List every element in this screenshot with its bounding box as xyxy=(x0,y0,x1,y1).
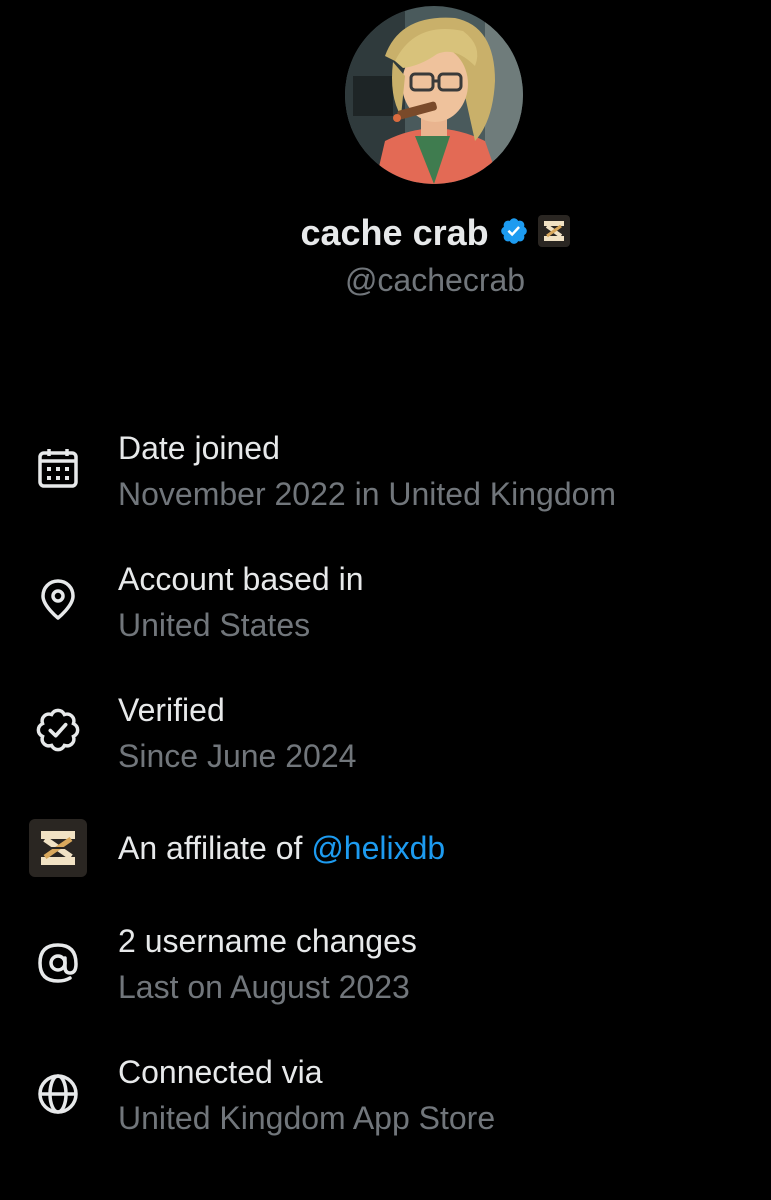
calendar-icon xyxy=(30,440,86,496)
info-value-connected-via: United Kingdom App Store xyxy=(118,1100,496,1136)
helixdb-affiliate-badge-icon[interactable] xyxy=(537,215,570,247)
helixdb-logo-icon[interactable] xyxy=(29,819,87,877)
profile-name-row: cache crab xyxy=(0,212,771,254)
info-title-verified: Verified xyxy=(118,692,225,728)
info-value-date-joined: November 2022 in United Kingdom xyxy=(118,476,617,512)
info-title-date-joined: Date joined xyxy=(118,430,280,466)
avatar[interactable] xyxy=(345,6,523,184)
globe-icon xyxy=(30,1066,86,1122)
affiliate-prefix: An affiliate of xyxy=(118,830,312,866)
display-name[interactable]: cache crab xyxy=(300,212,488,253)
at-sign-icon xyxy=(30,935,86,991)
info-title-affiliate: An affiliate of @helixdb xyxy=(118,830,445,867)
info-value-account-based: United States xyxy=(118,607,311,643)
info-value-verified: Since June 2024 xyxy=(118,738,357,774)
affiliate-link-helixdb[interactable]: @helixdb xyxy=(311,830,445,866)
location-pin-icon xyxy=(30,571,86,627)
info-title-account-based: Account based in xyxy=(118,561,364,597)
info-title-connected-via: Connected via xyxy=(118,1054,323,1090)
profile-handle[interactable]: @cachecrab xyxy=(0,262,771,299)
avatar-image xyxy=(345,6,523,184)
info-value-username-changes: Last on August 2023 xyxy=(118,969,410,1005)
verified-badge-icon xyxy=(30,702,86,758)
info-title-username-changes: 2 username changes xyxy=(118,923,417,959)
verified-badge-icon[interactable] xyxy=(499,216,529,246)
